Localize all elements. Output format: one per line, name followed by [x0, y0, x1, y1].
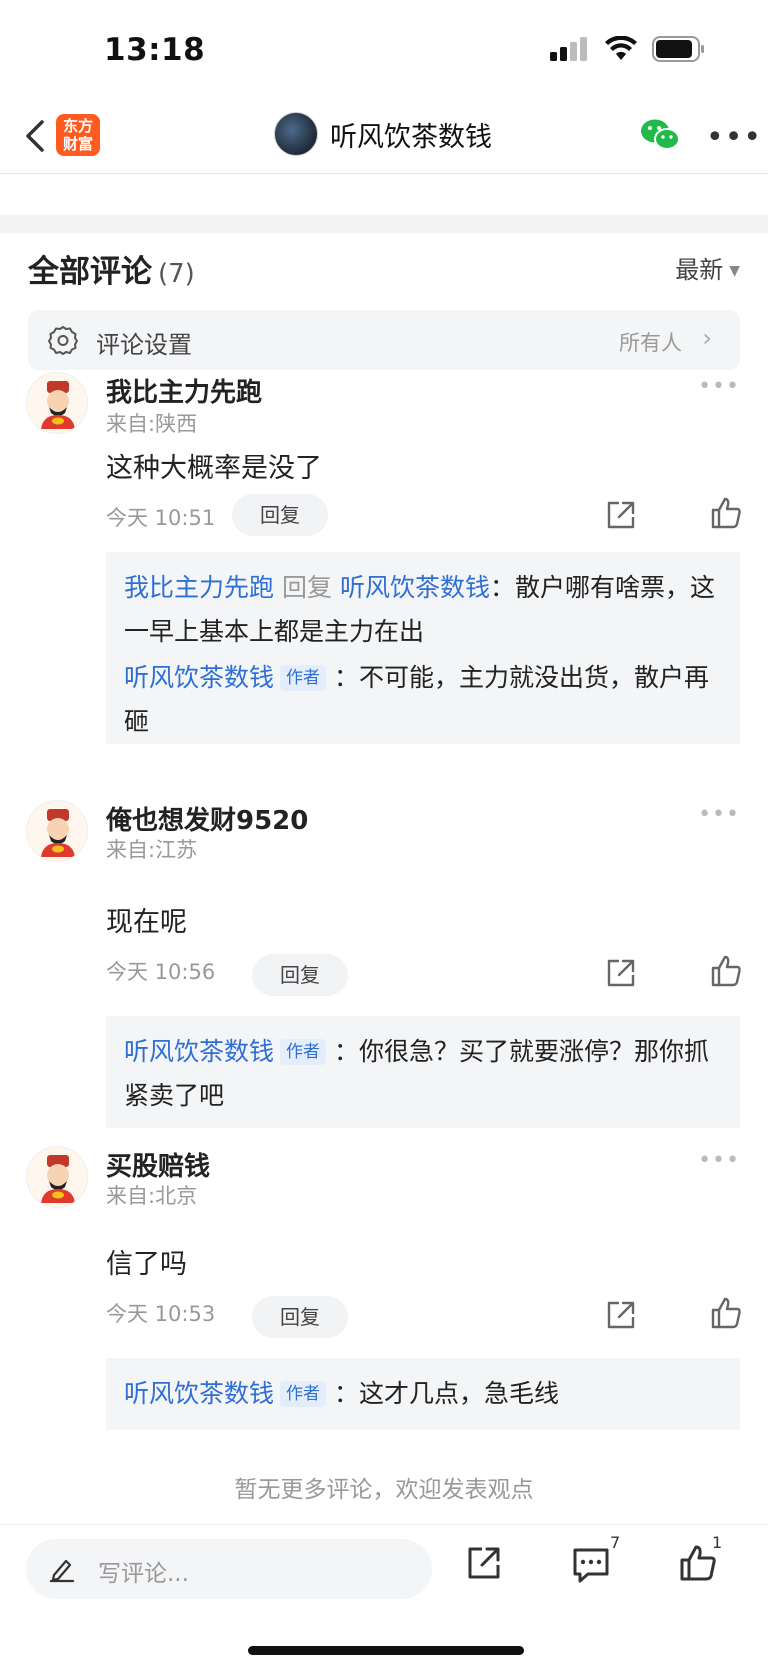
comment-username[interactable]: 俺也想发财9520 — [106, 800, 308, 837]
reply-thread: 听风饮茶数钱 作者 ：你很急？买了就要涨停？那你抓紧卖了吧 — [106, 1016, 740, 1128]
share-icon[interactable] — [604, 1298, 638, 1332]
reply-from-user[interactable]: 听风饮茶数钱 — [124, 1037, 274, 1066]
thumbs-up-icon[interactable] — [710, 496, 742, 530]
nav-bar: 东方 财富 听风饮茶数钱 ••• — [0, 100, 768, 174]
wifi-icon — [605, 36, 637, 60]
signal-icon — [550, 37, 587, 61]
logo-text-bottom: 财富 — [62, 135, 93, 153]
comment-username[interactable]: 买股赔钱 — [106, 1146, 210, 1183]
comment-time: 今天 10:51 — [106, 506, 216, 530]
back-icon[interactable] — [20, 116, 50, 156]
settings-value: 所有人 — [619, 331, 682, 355]
reply-item[interactable]: 我比主力先跑 回复 听风饮茶数钱：散户哪有啥票，这一早上基本上都是主力在出 — [124, 566, 722, 654]
comment-username[interactable]: 我比主力先跑 — [106, 372, 262, 409]
settings-label: 评论设置 — [96, 331, 192, 359]
status-icons — [550, 36, 706, 62]
user-avatar[interactable] — [26, 800, 88, 862]
thumbs-up-icon[interactable] — [710, 1296, 742, 1330]
nav-author[interactable]: 听风饮茶数钱 — [274, 112, 492, 156]
user-avatar[interactable] — [26, 1146, 88, 1208]
comment-more-icon[interactable]: ••• — [698, 802, 740, 827]
bottom-bar: 写评论... 7 1 — [0, 1524, 768, 1665]
reply-from-user[interactable]: 听风饮茶数钱 — [124, 663, 274, 692]
reply-text: 这才几点，急毛线 — [358, 1379, 559, 1408]
more-menu-icon[interactable]: ••• — [706, 120, 762, 155]
share-icon[interactable] — [604, 956, 638, 990]
comment-text[interactable]: 信了吗 — [106, 1242, 187, 1281]
comments-count: (7) — [158, 259, 195, 289]
comment-location: 来自:江苏 — [106, 838, 198, 862]
reply-from-user[interactable]: 我比主力先跑 — [124, 573, 274, 602]
reply-to-user[interactable]: 听风饮茶数钱 — [340, 573, 490, 602]
write-comment-input[interactable]: 写评论... — [26, 1539, 432, 1599]
reply-separator: ： — [333, 1379, 359, 1408]
author-avatar[interactable] — [274, 112, 318, 156]
thumbs-up-icon[interactable] — [710, 954, 742, 988]
reply-connector: 回复 — [281, 573, 332, 602]
pen-icon — [49, 1559, 75, 1583]
reply-item[interactable]: 听风饮茶数钱 作者 ：这才几点，急毛线 — [124, 1372, 722, 1416]
reply-thread: 听风饮茶数钱 作者 ：这才几点，急毛线 — [106, 1358, 740, 1430]
author-badge: 作者 — [280, 1381, 327, 1407]
comment-location: 来自:北京 — [106, 1184, 198, 1208]
fortune-god-avatar-icon — [41, 809, 75, 857]
user-avatar[interactable] — [26, 372, 88, 434]
comment-placeholder: 写评论... — [98, 1561, 189, 1587]
comment-more-icon[interactable]: ••• — [698, 1148, 740, 1173]
reply-separator: ： — [333, 663, 359, 692]
no-more-comments-note: 暂无更多评论，欢迎发表观点 — [234, 1477, 534, 1503]
battery-icon — [652, 36, 704, 62]
section-divider — [0, 215, 768, 233]
app-logo[interactable]: 东方 财富 — [56, 114, 100, 156]
comments-header: 全部评论 (7) 最新 ▼ — [28, 246, 740, 290]
comment-time: 今天 10:56 — [106, 960, 216, 984]
comment-location: 来自:陕西 — [106, 412, 198, 436]
gear-icon — [48, 326, 78, 355]
wechat-share-icon[interactable] — [640, 118, 680, 152]
fortune-god-avatar-icon — [41, 1155, 75, 1203]
sort-dropdown[interactable]: 最新 ▼ — [675, 250, 740, 285]
comment-more-icon[interactable]: ••• — [698, 374, 740, 399]
comments-title: 全部评论 — [28, 254, 152, 290]
reply-separator: ： — [489, 573, 515, 602]
like-count-badge: 1 — [712, 1533, 723, 1552]
comment-settings-row[interactable]: 评论设置 所有人 › — [28, 310, 740, 370]
comment-item: 我比主力先跑 来自:陕西 ••• 这种大概率是没了 今天 10:51 回复 我比… — [0, 372, 768, 792]
sort-label: 最新 — [675, 256, 724, 284]
comment-item: 俺也想发财9520 来自:江苏 ••• 现在呢 今天 10:56 回复 听风饮茶… — [0, 800, 768, 1130]
comment-bubble-icon[interactable] — [570, 1543, 612, 1585]
reply-item[interactable]: 听风饮茶数钱 作者 ：你很急？买了就要涨停？那你抓紧卖了吧 — [124, 1030, 722, 1118]
nav-title: 听风饮茶数钱 — [330, 121, 492, 153]
reply-separator: ： — [333, 1037, 359, 1066]
reply-from-user[interactable]: 听风饮茶数钱 — [124, 1379, 274, 1408]
truncated-article-text: ━ ━ ━━━ ━━━━ ━━━ ━━━━ ━━━━ ━━━ — [0, 175, 768, 215]
status-time: 13:18 — [104, 32, 206, 68]
reply-thread: 我比主力先跑 回复 听风饮茶数钱：散户哪有啥票，这一早上基本上都是主力在出 听风… — [106, 552, 740, 744]
fortune-god-avatar-icon — [41, 381, 75, 429]
home-indicator — [248, 1646, 524, 1655]
reply-item[interactable]: 听风饮茶数钱 作者 ：不可能，主力就没出货，散户再砸 — [124, 656, 722, 744]
comment-text[interactable]: 现在呢 — [106, 900, 187, 939]
comment-text[interactable]: 这种大概率是没了 — [106, 446, 322, 485]
reply-button[interactable]: 回复 — [252, 954, 348, 996]
share-icon[interactable] — [604, 498, 638, 532]
chevron-right-icon: › — [702, 324, 712, 352]
logo-text-top: 东方 — [62, 117, 93, 135]
author-badge: 作者 — [280, 665, 327, 691]
comment-item: 买股赔钱 来自:北京 ••• 信了吗 今天 10:53 回复 听风饮茶数钱 作者 … — [0, 1146, 768, 1430]
caret-down-icon: ▼ — [729, 263, 740, 279]
reply-button[interactable]: 回复 — [232, 494, 328, 536]
comment-time: 今天 10:53 — [106, 1302, 216, 1326]
comment-count-badge: 7 — [610, 1533, 621, 1552]
share-icon[interactable] — [464, 1543, 504, 1583]
author-badge: 作者 — [280, 1039, 327, 1065]
reply-button[interactable]: 回复 — [252, 1296, 348, 1338]
status-bar: 13:18 — [0, 0, 768, 100]
